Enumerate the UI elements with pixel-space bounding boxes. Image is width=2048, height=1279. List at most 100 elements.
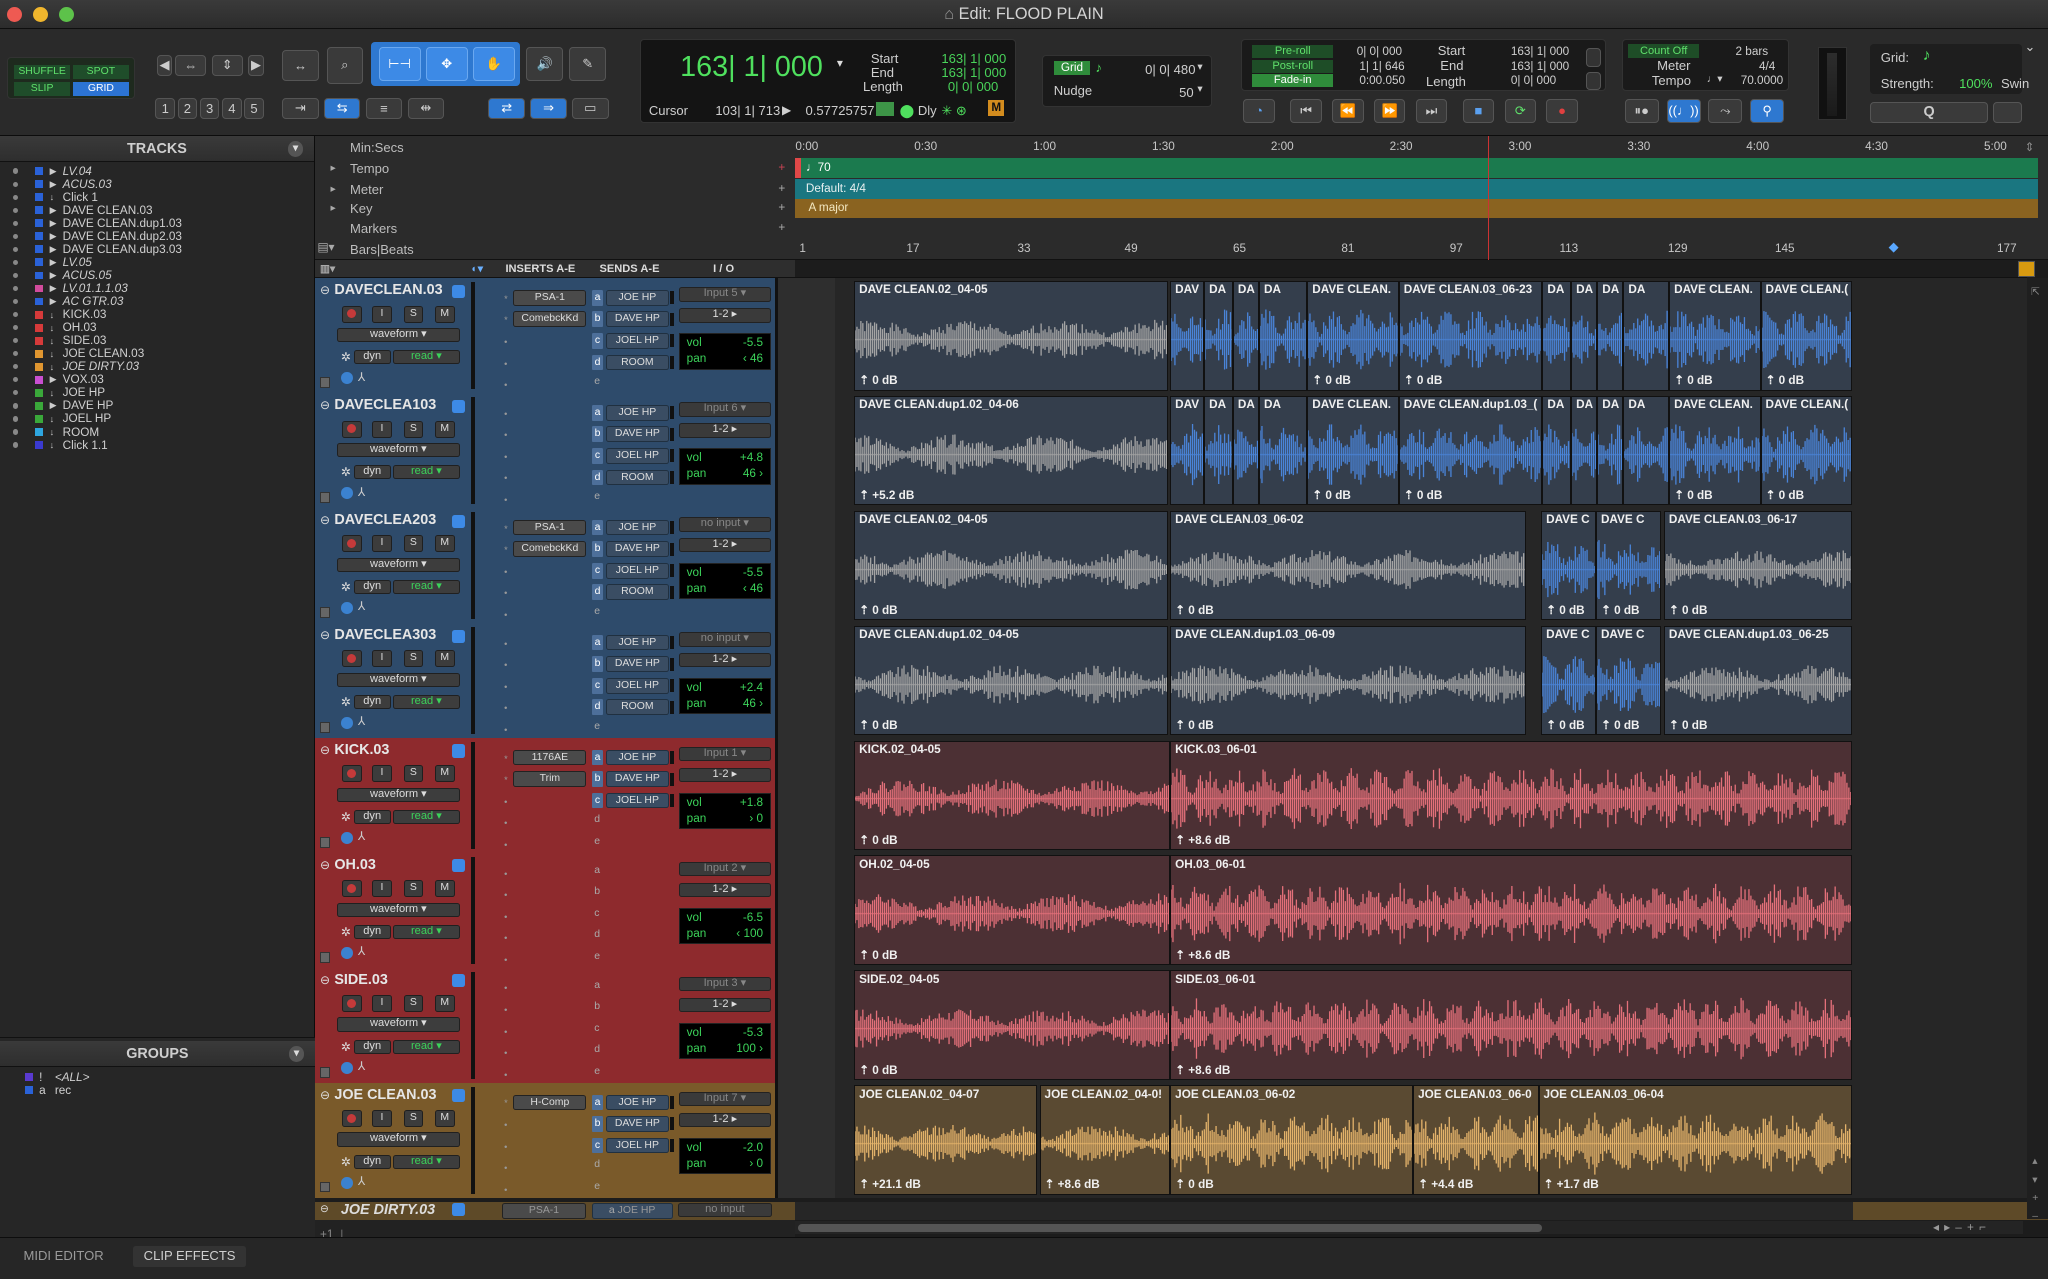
zoom-preset-5[interactable]: 5	[244, 97, 264, 119]
tempo-expand-icon[interactable]: ▸	[330, 162, 335, 174]
clip-gain[interactable]: ⇡ 0 dB	[859, 1063, 898, 1077]
freeze-icon[interactable]: ✲	[341, 695, 351, 709]
volume-value[interactable]: -2.0	[743, 1140, 763, 1156]
timebase-icon[interactable]	[340, 487, 353, 499]
send-slot-empty[interactable]: b	[594, 1001, 600, 1012]
clip-gain[interactable]: ⇡ +8.6 dB	[1175, 833, 1230, 847]
clip-gain[interactable]: ⇡ 0 dB	[1404, 373, 1443, 387]
send-fader-mini[interactable]	[670, 1117, 674, 1131]
mute-button[interactable]: M	[434, 995, 455, 1013]
send-slot-empty[interactable]: e	[594, 606, 600, 617]
insert-slot-empty[interactable]: •	[504, 840, 507, 850]
vertical-scrollbar[interactable]: ⇱ ▴ ▾ + –	[2027, 278, 2048, 1222]
audio-clip[interactable]: DAVE CLEAN.dup1.03_06-09 ⇡ 0 dB	[1170, 625, 1526, 736]
tuning-fork-icon[interactable]: ⅄	[358, 1174, 365, 1188]
dyn-button[interactable]: dyn	[353, 924, 391, 940]
track-playlist[interactable]: DAVE CLEAN.02_04-05 ⇡ 0 dB DAV DA DA DA …	[778, 278, 2028, 394]
audio-clip[interactable]: DAVE C ⇡ 0 dB	[1596, 625, 1662, 736]
insert-slot-empty[interactable]: •	[504, 1070, 507, 1080]
timebase-icon[interactable]	[340, 372, 353, 384]
track-view-selector[interactable]: waveform ▾	[336, 327, 460, 343]
send-fader-mini[interactable]	[670, 564, 674, 578]
stop-icon[interactable]: ■	[1462, 99, 1495, 123]
io-input-selector[interactable]: Input 5 ▾	[679, 287, 771, 302]
audio-clip[interactable]: KICK.03_06-01 ⇡ +8.6 dB	[1170, 740, 1853, 851]
tracklist-item[interactable]: ↓ ROOM	[0, 425, 314, 439]
audio-clip[interactable]: DA	[1542, 395, 1572, 506]
clip-gain[interactable]: ⇡ 0 dB	[859, 718, 898, 732]
insert-slot-empty[interactable]: •	[504, 495, 507, 505]
tab-to-transients-icon[interactable]: ⇥	[282, 97, 319, 119]
record-arm-button[interactable]	[342, 880, 362, 898]
track-collapse-icon[interactable]: ⊖	[320, 513, 330, 527]
mini-universe-icon[interactable]	[2017, 261, 2035, 277]
track-resize-icon[interactable]	[319, 492, 331, 503]
dyn-button[interactable]: dyn	[353, 694, 391, 710]
selector-tool-icon[interactable]: ✥	[425, 47, 468, 81]
track-visibility-dot[interactable]	[13, 403, 19, 409]
tracklist-item[interactable]: ▶ ACUS.05	[0, 269, 314, 282]
track-visibility-dot[interactable]	[13, 220, 19, 226]
tracklist-item[interactable]: ↓ Click 1	[0, 191, 314, 204]
send-slot[interactable]: JOE HP	[606, 519, 669, 536]
automation-mode-selector[interactable]: read ▾	[393, 464, 460, 480]
clip-gain[interactable]: ⇡ 0 dB	[859, 603, 898, 617]
audio-clip[interactable]: DAVE CLEAN.03_06-02 ⇡ 0 dB	[1170, 510, 1526, 621]
loop-play-icon[interactable]: ⟳	[1504, 99, 1536, 123]
insert-slot-empty[interactable]: •	[504, 1048, 507, 1058]
window-config-icon[interactable]: ▭	[572, 97, 609, 119]
mute-button[interactable]: M	[434, 765, 455, 783]
io-input-selector[interactable]: no input ▾	[679, 517, 771, 532]
link-timeline-icon[interactable]: ⇆	[323, 97, 361, 119]
clip-gain[interactable]: ⇡ 0 dB	[1175, 718, 1214, 732]
insert-slot-empty[interactable]: •	[504, 337, 507, 347]
tracklist-item[interactable]: ▶ DAVE CLEAN.dup2.03	[0, 230, 314, 243]
clip-gain[interactable]: ⇡ 0 dB	[1312, 373, 1351, 387]
transport-start-value[interactable]: 163| 1| 000	[1511, 45, 1569, 58]
vol-pan-display[interactable]: vol -5.3 pan 100 ›	[679, 1022, 771, 1060]
freeze-icon[interactable]: ✲	[341, 810, 351, 824]
automation-mode-selector[interactable]: read ▾	[393, 924, 460, 940]
io-input-selector[interactable]: no input ▾	[679, 632, 771, 647]
track-name[interactable]: KICK.03	[334, 742, 389, 758]
preroll-toggle[interactable]: Pre-roll	[1252, 45, 1334, 59]
input-monitor-button[interactable]: I	[372, 420, 392, 438]
volume-value[interactable]: -6.5	[743, 910, 763, 926]
audio-clip[interactable]: DA	[1259, 280, 1308, 391]
insert-slot-empty[interactable]: •	[504, 359, 507, 369]
track-name[interactable]: JOE DIRTY.03	[341, 1202, 435, 1218]
io-input-selector[interactable]: Input 1 ▾	[679, 747, 771, 762]
audio-clip[interactable]: DA	[1623, 280, 1670, 391]
input-monitor-button[interactable]: I	[372, 880, 392, 898]
insert-slot-empty[interactable]: •	[504, 797, 507, 807]
send-fader-mini[interactable]	[670, 750, 674, 765]
audio-clip[interactable]: KICK.02_04-05 ⇡ 0 dB	[854, 740, 1171, 851]
insert-slot-empty[interactable]: •	[504, 1163, 507, 1173]
tuning-fork-icon[interactable]: ⅄	[358, 714, 365, 728]
audio-clip[interactable]: JOE CLEAN.02_04-0! ⇡ +8.6 dB	[1039, 1085, 1171, 1196]
record-arm-button[interactable]	[342, 305, 362, 323]
volume-value[interactable]: +2.4	[740, 680, 763, 696]
send-fader-mini[interactable]	[670, 1095, 674, 1109]
send-fader-mini[interactable]	[670, 772, 674, 786]
solo-button[interactable]: S	[403, 420, 424, 438]
track-visibility-dot[interactable]	[13, 429, 19, 435]
sel-start-value[interactable]: 163| 1| 000	[941, 51, 1006, 66]
grid-mode-button[interactable]: GRID	[72, 81, 129, 97]
add-marker-icon[interactable]: +	[778, 221, 785, 234]
mute-button[interactable]: M	[434, 650, 455, 668]
send-slot[interactable]: JOEL HP	[606, 677, 669, 694]
volume-value[interactable]: -5.3	[743, 1025, 763, 1041]
insert-slot-empty[interactable]: •	[504, 818, 507, 828]
send-slot-empty[interactable]: e	[594, 1066, 600, 1077]
clip-gain[interactable]: ⇡ +21.1 dB	[859, 1177, 921, 1191]
track-name[interactable]: OH.03	[334, 857, 376, 873]
input-monitor-button[interactable]: I	[372, 765, 392, 783]
send-slot-empty[interactable]: e	[594, 491, 600, 502]
zoom-out-arrow-icon[interactable]: ◀	[156, 54, 173, 76]
tempo-value[interactable]: 70.0000	[1741, 74, 1783, 87]
send-fader-mini[interactable]	[670, 406, 674, 420]
sel-length-value[interactable]: 0| 0| 000	[948, 79, 998, 94]
clip-gain[interactable]: ⇡ 0 dB	[1674, 373, 1713, 387]
postroll-value[interactable]: 1| 1| 646	[1359, 60, 1404, 73]
